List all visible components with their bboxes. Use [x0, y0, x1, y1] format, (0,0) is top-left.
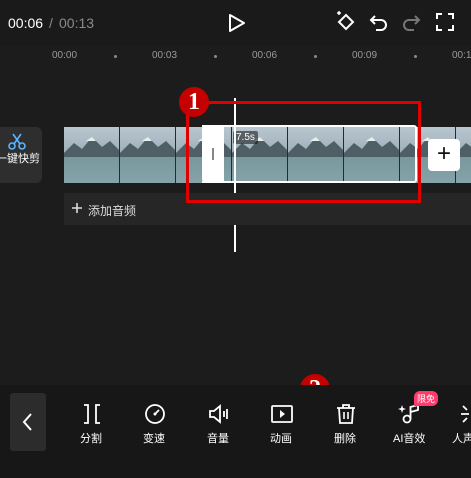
tool-delete-label[interactable]: 删除	[334, 430, 356, 446]
scissors-icon	[8, 133, 26, 150]
ruler-dot	[414, 55, 417, 58]
play-icon[interactable]	[225, 12, 247, 34]
fullscreen-icon[interactable]	[434, 11, 456, 33]
split-icon[interactable]	[80, 402, 104, 426]
ruler-dot	[214, 55, 217, 58]
quick-cut-label: 一键快剪	[0, 153, 40, 165]
annotation-badge-1: 1	[179, 87, 209, 117]
annotation-box-1	[186, 101, 421, 203]
ruler-dot	[114, 55, 117, 58]
ruler-tick: 00:12	[452, 50, 471, 61]
redo-icon[interactable]	[400, 11, 422, 33]
tool-animation-label[interactable]: 动画	[270, 430, 292, 446]
add-audio-label: 添加音频	[88, 204, 137, 218]
animation-icon[interactable]	[270, 402, 294, 426]
ruler-tick: 00:06	[252, 50, 278, 61]
ruler-tick: 00:09	[352, 50, 378, 61]
tool-volume-label[interactable]: 音量	[207, 430, 229, 446]
tool-speed-label[interactable]: 变速	[143, 430, 165, 446]
voice-icon[interactable]	[459, 402, 471, 426]
plus-icon	[72, 203, 82, 213]
ruler-tick: 00:03	[152, 50, 178, 61]
undo-icon[interactable]	[368, 11, 390, 33]
add-clip-button[interactable]: +	[428, 139, 460, 171]
current-time: 00:06	[8, 15, 44, 31]
ruler-dot	[314, 55, 317, 58]
free-badge: 限免	[414, 391, 439, 406]
speed-icon[interactable]	[143, 402, 167, 426]
tool-voice-label[interactable]: 人声	[452, 430, 471, 446]
keyframe-icon[interactable]	[335, 11, 357, 33]
volume-icon[interactable]	[207, 402, 231, 426]
ruler-tick: 00:00	[52, 50, 78, 61]
trash-icon[interactable]	[334, 402, 358, 426]
total-time: 00:13	[59, 15, 95, 31]
tool-split-label[interactable]: 分割	[80, 430, 102, 446]
chevron-left-icon	[22, 413, 32, 431]
time-separator: /	[49, 15, 53, 31]
tool-ai-sound-label[interactable]: AI音效	[393, 430, 425, 446]
